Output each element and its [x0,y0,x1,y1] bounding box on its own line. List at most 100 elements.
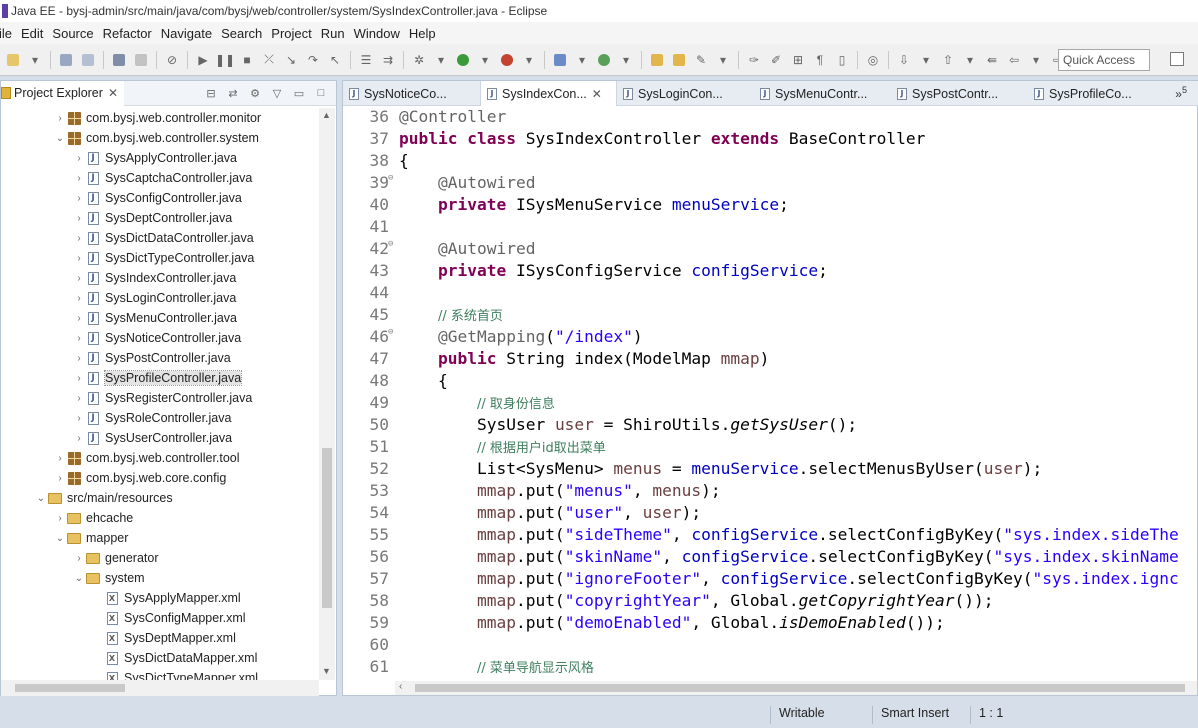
suspend-icon[interactable]: ❚❚ [215,51,235,69]
expanded-arrow-icon[interactable]: ⌄ [53,133,67,144]
open-type-icon[interactable] [648,51,666,69]
collapsed-arrow-icon[interactable]: › [72,433,86,444]
highlight-icon[interactable]: ✐ [767,51,785,69]
menu-ile[interactable]: ile [0,26,21,41]
globe-icon[interactable]: ◎ [864,51,882,69]
tree-item[interactable]: › com.bysj.web.core.config [53,468,226,488]
run-external-icon[interactable] [498,51,516,69]
scrollbar-thumb[interactable] [322,448,332,608]
tree-item[interactable]: › J SysPostController.java [72,348,230,368]
editor-tab[interactable]: J SysLoginCon... [617,81,754,106]
tree-item[interactable]: › J SysCaptchaController.java [72,168,252,188]
tree-item[interactable]: › ehcache [53,508,133,528]
use-step-filters-icon[interactable]: ⇉ [379,51,397,69]
tree-item[interactable]: X SysDeptMapper.xml [91,628,236,648]
debug-icon[interactable]: ✲ [410,51,428,69]
tree-item[interactable]: › generator [72,548,158,568]
dropdown-icon[interactable]: ▾ [714,51,732,69]
collapsed-arrow-icon[interactable]: › [72,353,86,364]
editor-tab[interactable]: J SysMenuContr... [754,81,891,106]
expanded-arrow-icon[interactable]: ⌄ [34,493,48,504]
search-icon[interactable]: ✎ [692,51,710,69]
fold-icon[interactable]: ⊖ [388,239,393,249]
collapse-all-icon[interactable]: ⊟ [204,86,218,100]
tree-item[interactable]: › J SysProfileController.java [72,368,243,388]
step-over-icon[interactable]: ↷ [304,51,322,69]
open-folder-icon[interactable] [670,51,688,69]
dropdown-icon[interactable]: ▾ [573,51,591,69]
collapsed-arrow-icon[interactable]: › [53,513,67,524]
expanded-arrow-icon[interactable]: ⌄ [72,573,86,584]
next-annotation-icon[interactable]: ⇩ [895,51,913,69]
collapsed-arrow-icon[interactable]: › [72,313,86,324]
code-editor[interactable]: 36 @Controller 37 public class SysIndexCont… [343,107,1198,681]
tree-item[interactable]: ⌄ system [72,568,145,588]
view-menu-icon[interactable]: ▽ [270,86,284,100]
menu-navigate[interactable]: Navigate [161,26,221,41]
tree-item[interactable]: X SysDictTypeMapper.xml [91,668,258,680]
menu-refactor[interactable]: Refactor [103,26,161,41]
collapsed-arrow-icon[interactable]: › [72,293,86,304]
close-icon[interactable]: ✕ [592,87,602,101]
editor-tab[interactable]: J SysProfileCo... [1028,81,1165,106]
collapsed-arrow-icon[interactable]: › [72,333,86,344]
link-with-editor-icon[interactable]: ⇄ [226,86,240,100]
collapsed-arrow-icon[interactable]: › [72,553,86,564]
tree-item[interactable]: › J SysConfigController.java [72,188,242,208]
more-tabs-button[interactable]: »5 [1175,85,1187,101]
menu-search[interactable]: Search [221,26,271,41]
editor-horizontal-scrollbar[interactable]: ‹ [395,681,1197,695]
collapsed-arrow-icon[interactable]: › [72,413,86,424]
dropdown-icon[interactable]: ▾ [476,51,494,69]
save-all-icon[interactable] [79,51,97,69]
scroll-down-icon[interactable]: ▼ [322,666,331,676]
maximize-icon[interactable]: □ [314,86,328,100]
collapsed-arrow-icon[interactable]: › [72,173,86,184]
tree-item[interactable]: › J SysRegisterController.java [72,388,252,408]
collapsed-arrow-icon[interactable]: › [72,273,86,284]
open-perspective-icon[interactable] [1170,52,1186,68]
collapsed-arrow-icon[interactable]: › [53,473,67,484]
explorer-vertical-scrollbar[interactable]: ▲ ▼ [319,108,335,680]
tree-item[interactable]: X SysConfigMapper.xml [91,608,246,628]
show-source-icon[interactable]: ▯ [833,51,851,69]
collapsed-arrow-icon[interactable]: › [72,373,86,384]
drop-frame-icon[interactable]: ☰ [357,51,375,69]
collapsed-arrow-icon[interactable]: › [72,213,86,224]
fold-icon[interactable]: ⊖ [388,327,393,337]
terminal-icon[interactable] [132,51,150,69]
menu-window[interactable]: Window [354,26,409,41]
tree-item[interactable]: X SysApplyMapper.xml [91,588,241,608]
dropdown-icon[interactable]: ▾ [917,51,935,69]
expanded-arrow-icon[interactable]: ⌄ [53,533,67,544]
menu-run[interactable]: Run [321,26,354,41]
tree-item[interactable]: › J SysDeptController.java [72,208,232,228]
tree-item[interactable]: › J SysRoleController.java [72,408,231,428]
tree-item[interactable]: › J SysNoticeController.java [72,328,241,348]
block-select-icon[interactable]: ⊞ [789,51,807,69]
collapsed-arrow-icon[interactable]: › [53,453,67,464]
collapsed-arrow-icon[interactable]: › [72,153,86,164]
back-icon[interactable]: ⇦ [1005,51,1023,69]
collapsed-arrow-icon[interactable]: › [72,253,86,264]
close-icon[interactable]: ✕ [108,86,118,100]
explorer-horizontal-scrollbar[interactable] [1,680,319,696]
run-icon[interactable] [454,51,472,69]
tree-item[interactable]: X SysDictDataMapper.xml [91,648,257,668]
tree-item[interactable]: › J SysMenuController.java [72,308,237,328]
new-icon[interactable] [4,51,22,69]
menu-source[interactable]: Source [52,26,102,41]
fold-icon[interactable]: ⊖ [388,173,393,183]
disconnect-icon[interactable]: ⤫ [260,51,278,69]
scrollbar-thumb[interactable] [15,684,125,692]
tree-item[interactable]: › J SysUserController.java [72,428,232,448]
tree-item[interactable]: › J SysApplyController.java [72,148,237,168]
whitespace-icon[interactable]: ¶ [811,51,829,69]
tree-item[interactable]: › J SysDictDataController.java [72,228,253,248]
project-explorer-tab[interactable]: Project Explorer ✕ [1,80,124,106]
new-server-icon[interactable] [551,51,569,69]
dropdown-icon[interactable]: ▾ [617,51,635,69]
menu-project[interactable]: Project [271,26,320,41]
quick-access-field[interactable]: Quick Access [1058,49,1150,71]
dropdown-icon[interactable]: ▾ [961,51,979,69]
